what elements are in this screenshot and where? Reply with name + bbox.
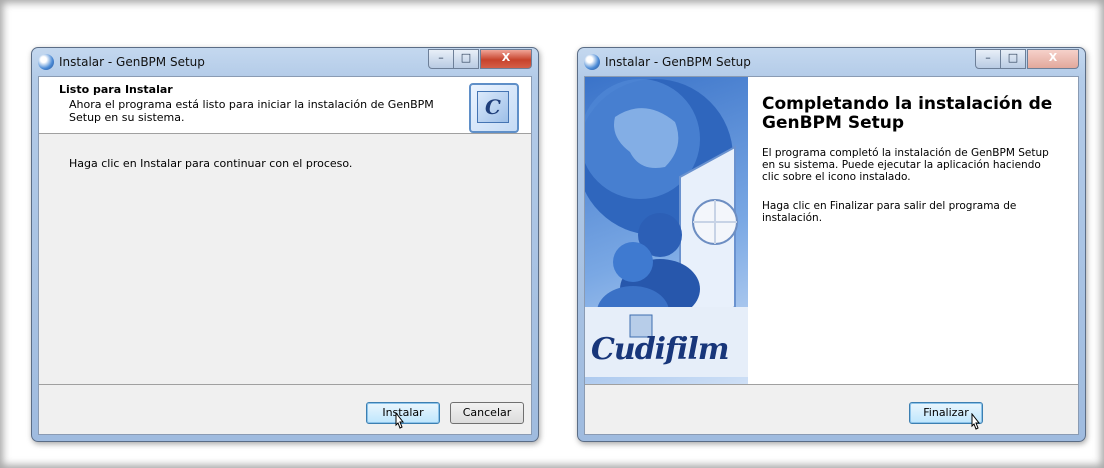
maximize-icon: □ [460, 51, 472, 64]
brand-logo-text: Cudifilm [591, 332, 730, 367]
page-heading: Listo para Instalar [59, 83, 173, 96]
page-subheading: Ahora el programa está listo para inicia… [69, 98, 434, 124]
minimize-icon: – [438, 51, 444, 64]
app-icon [584, 54, 600, 70]
completion-text: El programa completó la instalación de G… [762, 147, 1049, 183]
footer-divider [39, 384, 531, 385]
dialog-client-area: Listo para Instalar Ahora el programa es… [38, 76, 532, 435]
wizard-content: Completando la instalación de GenBPM Set… [748, 77, 1078, 384]
install-complete-window: Instalar - GenBPM Setup – □ X Cudifilm C… [577, 47, 1086, 442]
window-title: Instalar - GenBPM Setup [59, 55, 205, 69]
wizard-side-banner: Cudifilm [585, 77, 748, 384]
close-button[interactable]: X [480, 49, 532, 69]
maximize-button[interactable]: □ [1000, 49, 1026, 69]
title-bar[interactable]: Instalar - GenBPM Setup – □ X [578, 48, 1085, 76]
dialog-client-area: Cudifilm Completando la instalación de G… [584, 76, 1079, 435]
wizard-header: Listo para Instalar Ahora el programa es… [39, 77, 531, 134]
close-icon: X [501, 51, 511, 64]
minimize-icon: – [985, 51, 991, 64]
logo-cube: C [477, 91, 509, 123]
window-title: Instalar - GenBPM Setup [605, 55, 751, 69]
minimize-button[interactable]: – [975, 49, 1001, 69]
minimize-button[interactable]: – [428, 49, 454, 69]
setup-logo-icon: C [469, 83, 519, 133]
finish-instruction-text: Haga clic en Finalizar para salir del pr… [762, 200, 1017, 224]
close-icon: X [1048, 51, 1058, 64]
close-button[interactable]: X [1027, 49, 1079, 69]
page-heading: Completando la instalación de GenBPM Set… [762, 94, 1053, 133]
instruction-text: Haga clic en Instalar para continuar con… [69, 157, 353, 170]
app-icon [38, 54, 54, 70]
maximize-icon: □ [1007, 51, 1019, 64]
install-ready-window: Instalar - GenBPM Setup – □ X Listo para… [31, 47, 539, 442]
logo-letter: C [485, 95, 501, 119]
title-bar[interactable]: Instalar - GenBPM Setup – □ X [32, 48, 538, 76]
cancel-button[interactable]: Cancelar [450, 402, 524, 424]
maximize-button[interactable]: □ [453, 49, 479, 69]
footer-divider [585, 384, 1078, 385]
